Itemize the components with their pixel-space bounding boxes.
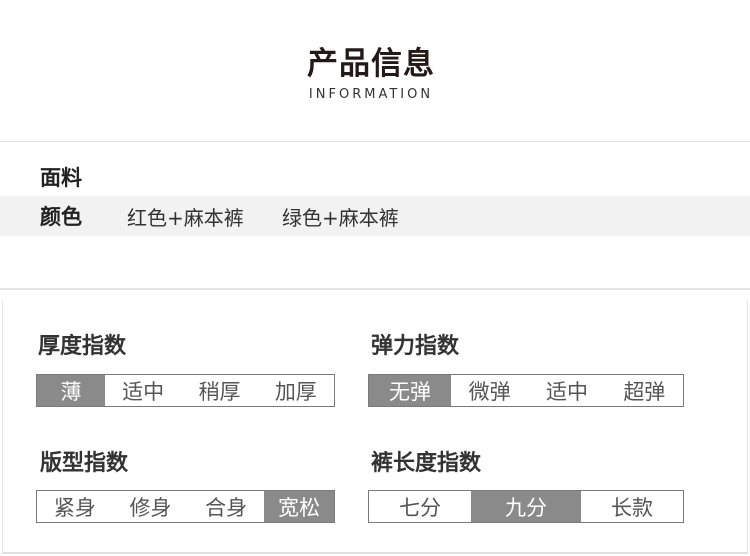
scale-option: 加厚 bbox=[274, 379, 317, 404]
page-subtitle: INFORMATION bbox=[308, 87, 434, 102]
scale-option: 薄 bbox=[37, 375, 105, 406]
color-value: 绿色+麻本裤 bbox=[282, 205, 399, 230]
scale-option: 合身 bbox=[205, 495, 248, 520]
material-label: 面料 bbox=[40, 166, 82, 190]
material-row: 面料 bbox=[0, 157, 750, 197]
scale-option: 微弹 bbox=[468, 379, 511, 404]
scale-option: 无弹 bbox=[369, 375, 451, 406]
scale-option: 修身 bbox=[129, 495, 172, 520]
scale-option: 紧身 bbox=[53, 495, 96, 520]
thickness-index-scale: 薄 适中 稍厚 加厚 bbox=[36, 374, 335, 407]
index-panel: 厚度指数 薄 适中 稍厚 加厚 弹力指数 无弹 微弹 适中 超弹 版型指数 紧身… bbox=[2, 300, 748, 554]
color-value: 红色+麻本裤 bbox=[127, 205, 244, 230]
scale-option: 稍厚 bbox=[198, 379, 241, 404]
scale-option: 适中 bbox=[545, 379, 588, 404]
scale-option: 适中 bbox=[122, 379, 165, 404]
elasticity-index-title: 弹力指数 bbox=[371, 334, 460, 359]
info-header: 产品信息 INFORMATION bbox=[0, 0, 750, 142]
page-title: 产品信息 bbox=[307, 46, 435, 82]
scale-option: 长款 bbox=[611, 495, 653, 520]
length-index-scale: 七分 九分 长款 bbox=[368, 490, 684, 523]
section-divider bbox=[0, 288, 750, 290]
elasticity-index-scale: 无弹 微弹 适中 超弹 bbox=[368, 374, 684, 407]
scale-option: 九分 bbox=[471, 491, 581, 522]
fit-index-scale: 紧身 修身 合身 宽松 bbox=[36, 490, 335, 523]
color-row: 颜色 红色+麻本裤 绿色+麻本裤 bbox=[0, 196, 750, 236]
thickness-index-title: 厚度指数 bbox=[38, 334, 127, 359]
length-index-title: 裤长度指数 bbox=[371, 451, 482, 476]
scale-option: 宽松 bbox=[264, 491, 335, 522]
fit-index-title: 版型指数 bbox=[40, 451, 129, 476]
scale-option: 七分 bbox=[399, 495, 441, 520]
header-divider bbox=[0, 141, 750, 142]
scale-option: 超弹 bbox=[623, 379, 666, 404]
color-label: 颜色 bbox=[40, 205, 82, 229]
